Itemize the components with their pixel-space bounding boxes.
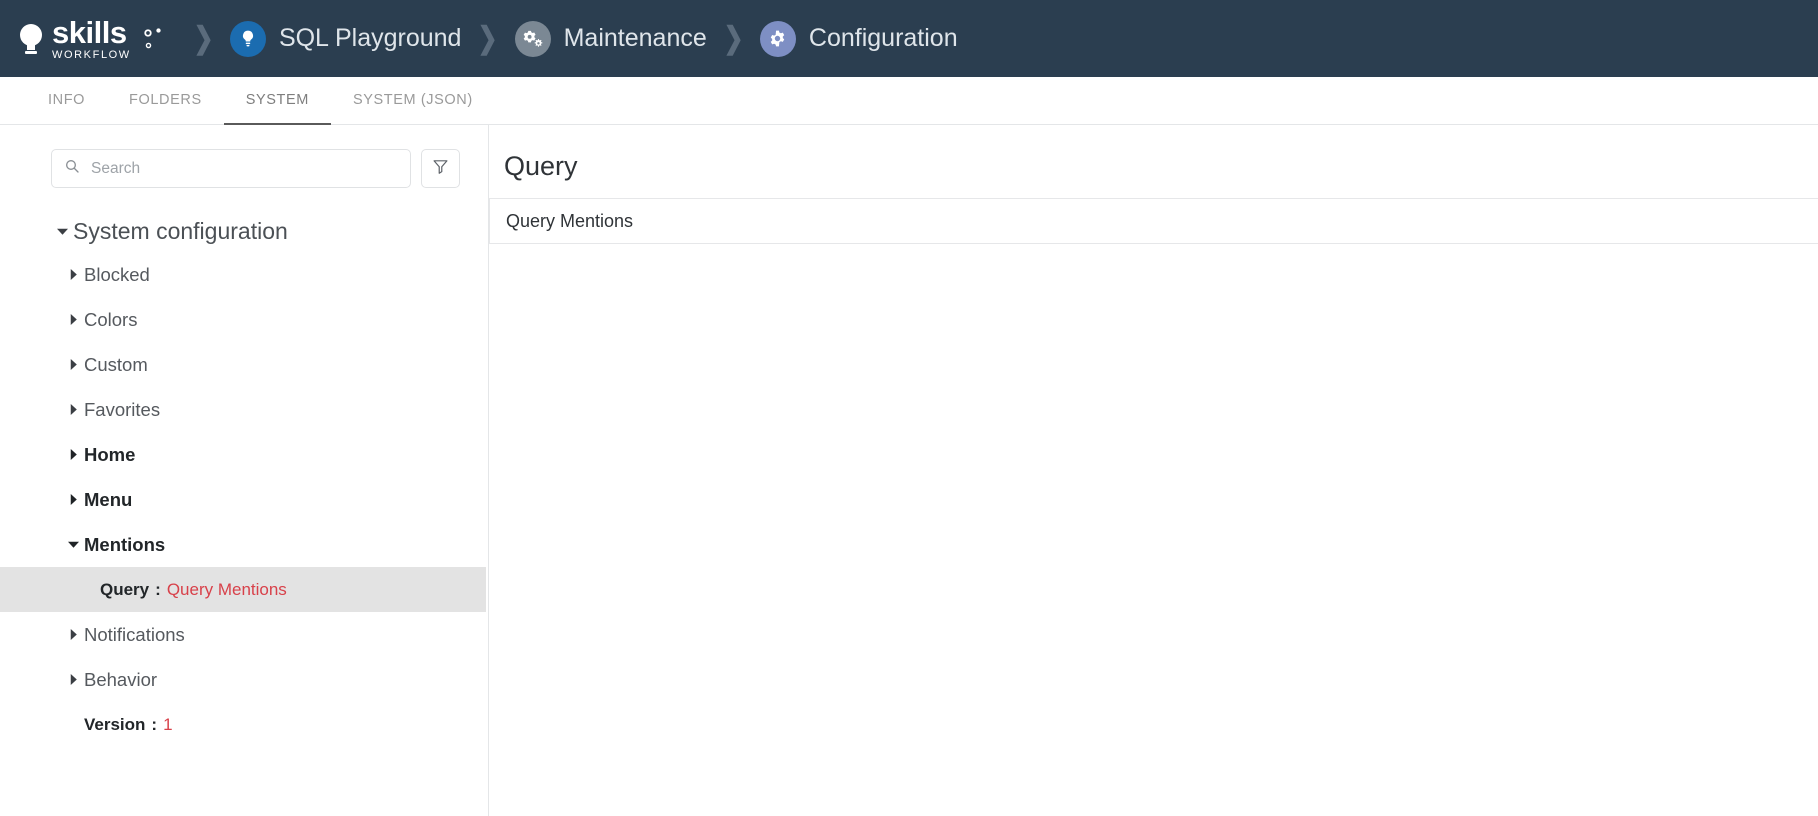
tree-leaf-query[interactable]: Query : Query Mentions: [0, 567, 486, 612]
caret-right-icon[interactable]: [62, 314, 84, 325]
search-input[interactable]: [89, 158, 398, 179]
tree-node-mentions[interactable]: Mentions: [0, 522, 488, 567]
tree-node-menu[interactable]: Menu: [0, 477, 488, 522]
lightbulb-icon: [18, 23, 44, 54]
tree-node-notifications[interactable]: Notifications: [0, 612, 488, 657]
breadcrumb-label: SQL Playground: [278, 24, 462, 52]
version-separator: :: [151, 714, 158, 734]
tree-node-colors[interactable]: Colors: [0, 297, 488, 342]
tree-node-system-configuration[interactable]: System configuration: [0, 210, 488, 252]
app-logo[interactable]: skills WORKFLOW: [18, 17, 171, 61]
funnel-icon: [432, 158, 449, 180]
tab-info[interactable]: INFO: [26, 77, 107, 125]
tab-system[interactable]: SYSTEM: [223, 77, 331, 125]
caret-down-icon[interactable]: [51, 226, 73, 237]
brand-subtitle: WORKFLOW: [52, 48, 131, 61]
tree-node-label: Behavior: [84, 668, 158, 690]
tab-system-json[interactable]: SYSTEM (JSON): [331, 77, 495, 125]
tab-bar: INFO FOLDERS SYSTEM SYSTEM (JSON): [0, 77, 1818, 125]
version-key: Version: [84, 714, 146, 734]
tab-folders[interactable]: FOLDERS: [107, 77, 224, 125]
query-field[interactable]: [489, 198, 1818, 244]
breadcrumb-item-configuration[interactable]: Configuration: [759, 20, 958, 57]
tree-node-label: Favorites: [84, 398, 161, 420]
breadcrumb-item-sql-playground[interactable]: SQL Playground: [229, 20, 462, 57]
caret-right-icon[interactable]: [62, 404, 84, 415]
breadcrumb-separator-2: ❯: [477, 21, 499, 55]
tree-node-home[interactable]: Home: [0, 432, 488, 477]
configuration-tree: System configuration Blocked Colors Cust…: [0, 210, 488, 747]
tree-leaf-version: Version : 1: [0, 702, 488, 747]
breadcrumb-label: Maintenance: [563, 24, 707, 52]
tree-node-label: System configuration: [73, 217, 288, 244]
tree-leaf-key: Query: [100, 579, 150, 599]
tree-node-favorites[interactable]: Favorites: [0, 387, 488, 432]
tree-leaf-separator: :: [155, 579, 161, 599]
tree-node-label: Custom: [84, 353, 148, 375]
breadcrumb-separator-3: ❯: [723, 21, 744, 55]
tree-node-label: Colors: [84, 308, 138, 330]
gears-circle-icon: [514, 20, 551, 57]
caret-right-icon[interactable]: [62, 494, 84, 505]
search-icon: [64, 158, 80, 179]
tree-node-blocked[interactable]: Blocked: [0, 252, 488, 297]
query-input[interactable]: [504, 209, 1818, 233]
filter-button[interactable]: [421, 149, 460, 188]
page-body: System configuration Blocked Colors Cust…: [0, 125, 1818, 816]
tree-node-label: Notifications: [84, 623, 185, 645]
detail-pane: Query: [489, 125, 1818, 816]
search-box[interactable]: [51, 149, 411, 188]
brand-name: skills: [52, 14, 127, 50]
tree-node-behavior[interactable]: Behavior: [0, 657, 488, 702]
caret-right-icon[interactable]: [62, 449, 84, 460]
breadcrumb-label: Configuration: [808, 24, 958, 52]
caret-down-icon[interactable]: [62, 539, 84, 550]
tree-node-label: Blocked: [84, 263, 150, 285]
tree-node-custom[interactable]: Custom: [0, 342, 488, 387]
tree-node-label: Mentions: [84, 533, 166, 555]
caret-right-icon[interactable]: [62, 269, 84, 280]
caret-right-icon[interactable]: [62, 674, 84, 685]
breadcrumb-item-maintenance[interactable]: Maintenance: [514, 20, 707, 57]
gears-icon: [137, 22, 171, 56]
tree-node-label: Home: [84, 443, 136, 465]
tree-node-label: Menu: [84, 488, 133, 510]
caret-right-icon[interactable]: [62, 629, 84, 640]
page-title: Query: [504, 151, 578, 181]
caret-right-icon[interactable]: [62, 359, 84, 370]
breadcrumb-bar: skills WORKFLOW ❯ SQL Playground ❯ Maint…: [0, 0, 1818, 77]
search-row: [0, 149, 488, 188]
breadcrumb-separator: ❯: [193, 21, 214, 55]
lightbulb-circle-icon: [229, 20, 266, 57]
gear-circle-icon: [759, 20, 796, 57]
version-value: 1: [163, 714, 173, 734]
tree-leaf-value: Query Mentions: [166, 579, 287, 599]
configuration-sidebar: System configuration Blocked Colors Cust…: [0, 125, 489, 816]
